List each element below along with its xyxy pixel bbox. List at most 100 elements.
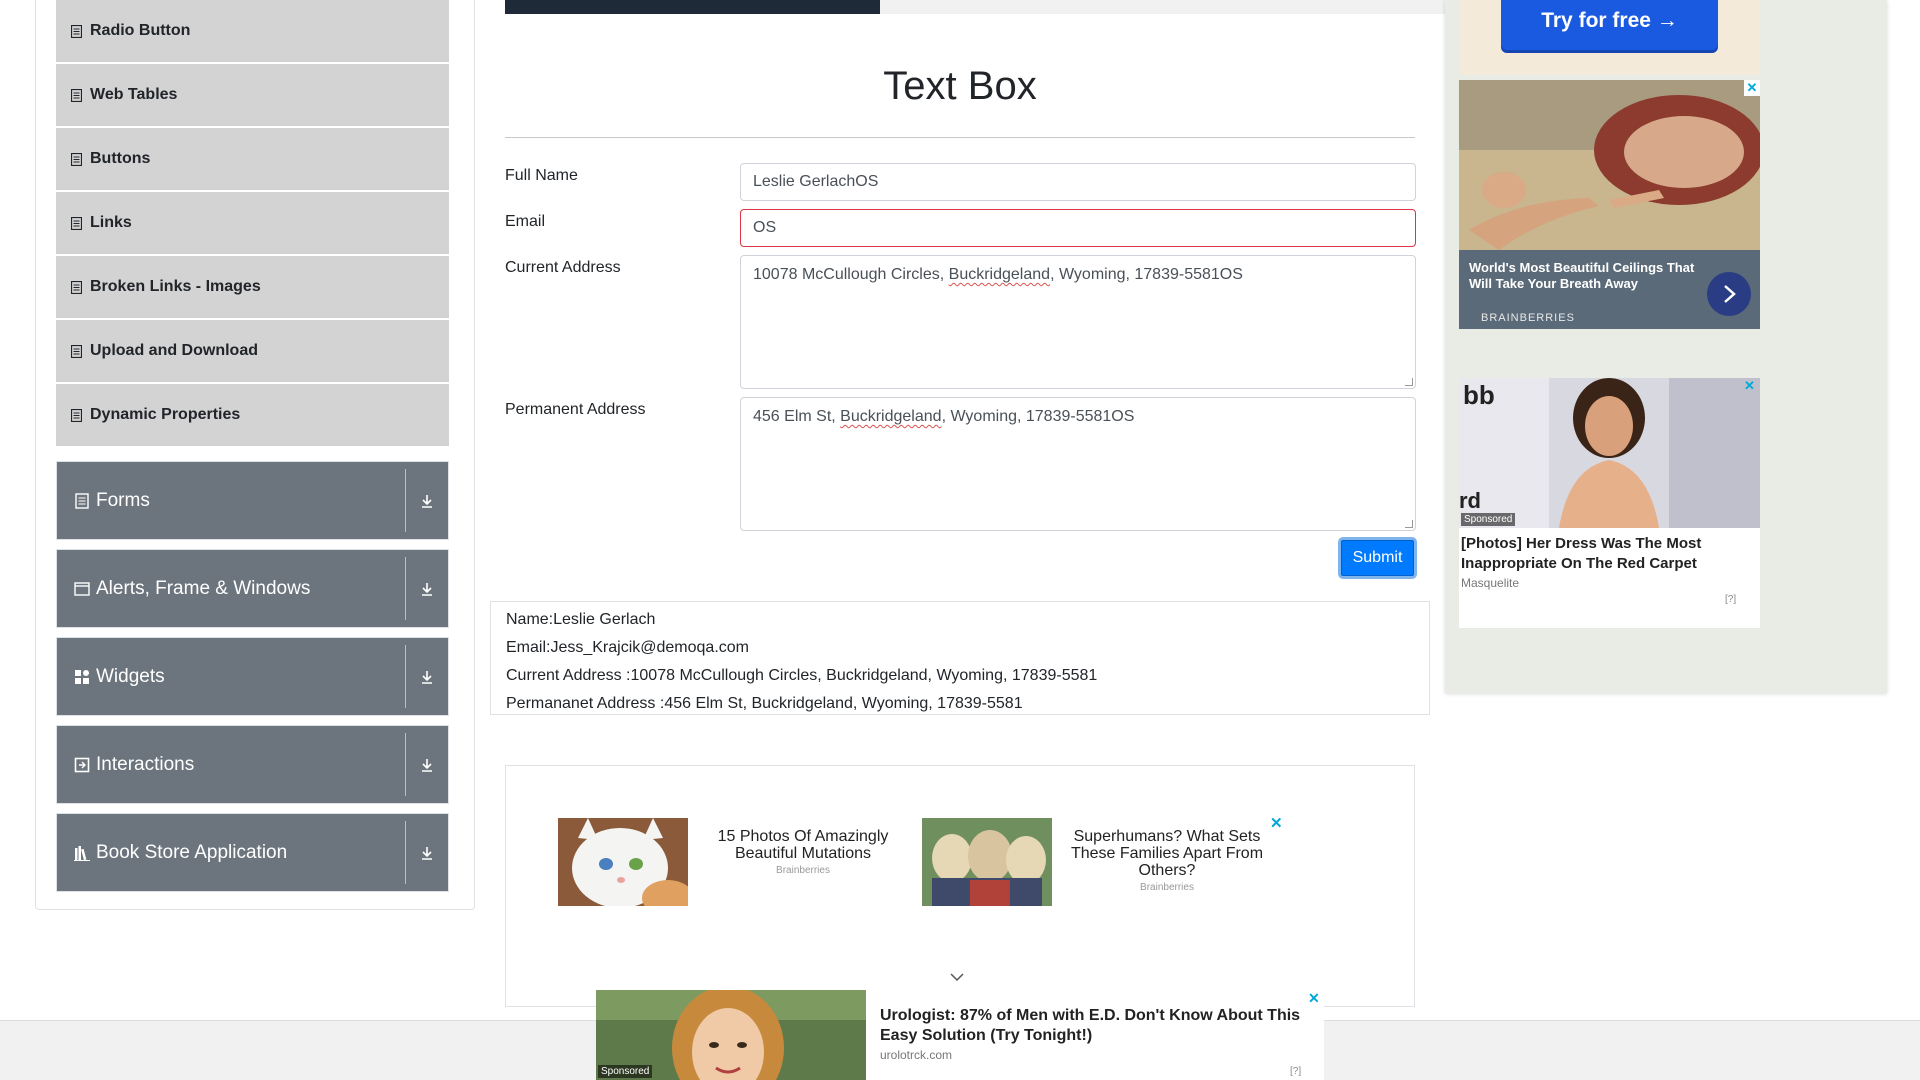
ad-title[interactable]: World's Most Beautiful Ceilings That Wil… xyxy=(1469,260,1704,292)
red-carpet-ad[interactable]: bb rd Sponsored [Photos] Her Dress Was T… xyxy=(1459,378,1760,628)
menu-item-upload-download[interactable]: Upload and Download xyxy=(56,320,449,382)
elements-menu: Radio Button Web Tables Buttons Links Br… xyxy=(56,0,449,448)
ad-title[interactable]: Urologist: 87% of Men with E.D. Don't Kn… xyxy=(880,1006,1310,1046)
spellcheck-word: Buckridgeland xyxy=(948,266,1051,283)
menu-item-label: Dynamic Properties xyxy=(90,406,241,423)
document-icon xyxy=(70,24,82,38)
adchoices-icon[interactable]: [?] xyxy=(1725,594,1736,605)
email-input[interactable] xyxy=(740,209,1416,247)
ad-photo[interactable]: Sponsored xyxy=(596,990,866,1080)
sticky-bottom-ad[interactable]: Sponsored Urologist: 87% of Men with E.D… xyxy=(596,990,1324,1080)
textarea-text: , Wyoming, 17839-5581OS xyxy=(1050,266,1243,283)
top-banner-image xyxy=(505,0,880,14)
ad-card-title[interactable]: 15 Photos Of Amazingly Beautiful Mutatio… xyxy=(698,828,908,862)
menu-item-label: Web Tables xyxy=(90,86,178,103)
ad-source: urolotrck.com xyxy=(880,1048,953,1062)
textarea-text: , Wyoming, 17839-5581OS xyxy=(941,408,1135,425)
menu-item-links[interactable]: Links xyxy=(56,192,449,254)
sponsored-tag: Sponsored xyxy=(1461,513,1516,526)
expand-icon[interactable] xyxy=(406,638,448,715)
output-panel: Name:Leslie Gerlach Email:Jess_Krajcik@d… xyxy=(490,601,1430,715)
group-label: Widgets xyxy=(96,665,165,687)
full-name-input[interactable] xyxy=(740,163,1416,201)
permanent-address-label: Permanent Address xyxy=(505,401,646,418)
page-title: Text Box xyxy=(883,64,1037,108)
ad-source: Masquelite xyxy=(1461,576,1520,590)
permanent-address-textarea[interactable]: 456 Elm St, Buckridgeland, Wyoming, 1783… xyxy=(740,397,1416,531)
expand-icon[interactable] xyxy=(406,814,448,891)
ad-card-source: Brainberries xyxy=(1140,882,1194,893)
bookstore-icon xyxy=(74,845,90,861)
document-icon xyxy=(70,88,82,102)
top-banner-strip xyxy=(880,0,1445,14)
expand-icon[interactable] xyxy=(406,462,448,539)
svg-text:bb: bb xyxy=(1463,380,1495,410)
document-icon xyxy=(70,344,82,358)
expand-icon[interactable] xyxy=(406,550,448,627)
resize-handle[interactable] xyxy=(1405,378,1413,386)
group-label: Book Store Application xyxy=(96,841,288,863)
menu-item-label: Buttons xyxy=(90,150,151,167)
menu-item-web-tables[interactable]: Web Tables xyxy=(56,64,449,126)
full-name-label: Full Name xyxy=(505,167,578,184)
group-label: Alerts, Frame & Windows xyxy=(96,577,311,599)
document-icon xyxy=(70,408,82,422)
widgets-icon xyxy=(74,669,90,685)
document-icon xyxy=(70,216,82,230)
menu-item-buttons[interactable]: Buttons xyxy=(56,128,449,190)
menu-item-label: Links xyxy=(90,214,132,231)
group-widgets[interactable]: Widgets xyxy=(56,637,449,716)
group-label: Interactions xyxy=(96,753,195,775)
menu-item-broken-links[interactable]: Broken Links - Images xyxy=(56,256,449,318)
try-for-free-button[interactable]: Try for free → xyxy=(1501,0,1718,50)
sponsored-tag: Sponsored xyxy=(598,1065,653,1078)
output-name: Name:Leslie Gerlach xyxy=(506,611,656,628)
form-icon xyxy=(74,492,90,509)
resize-handle[interactable] xyxy=(1405,520,1413,528)
svg-text:rd: rd xyxy=(1459,488,1481,513)
current-address-textarea[interactable]: 10078 McCullough Circles, Buckridgeland,… xyxy=(740,255,1416,389)
ad-thumbnail[interactable] xyxy=(922,818,1052,906)
expand-icon[interactable] xyxy=(406,726,448,803)
chevron-down-icon[interactable] xyxy=(950,972,964,982)
group-alerts-frames-windows[interactable]: Alerts, Frame & Windows xyxy=(56,549,449,628)
divider xyxy=(505,137,1415,138)
ceiling-ad[interactable]: World's Most Beautiful Ceilings That Wil… xyxy=(1459,80,1760,329)
textarea-text: 456 Elm St, xyxy=(753,408,841,425)
email-label: Email xyxy=(505,213,546,230)
ad-thumbnail[interactable] xyxy=(558,818,694,916)
output-current-address: Current Address :10078 McCullough Circle… xyxy=(506,667,1098,684)
spellcheck-word: Buckridgeland xyxy=(840,408,942,425)
menu-item-radio-button[interactable]: Radio Button xyxy=(56,0,449,62)
menu-item-label: Radio Button xyxy=(90,22,191,39)
ad-source: BRAINBERRIES xyxy=(1481,312,1575,324)
ad-card[interactable]: 15 Photos Of Amazingly Beautiful Mutatio… xyxy=(558,818,928,916)
output-email: Email:Jess_Krajcik@demoqa.com xyxy=(506,639,749,656)
group-book-store-application[interactable]: Book Store Application xyxy=(56,813,449,892)
group-interactions[interactable]: Interactions xyxy=(56,725,449,804)
document-icon xyxy=(70,280,82,294)
arrow-right-icon[interactable] xyxy=(1707,272,1751,316)
window-icon xyxy=(74,581,90,597)
textarea-text: 10078 McCullough Circles, xyxy=(753,266,949,283)
ad-photo[interactable]: bb rd Sponsored xyxy=(1459,378,1760,528)
menu-item-dynamic-properties[interactable]: Dynamic Properties xyxy=(56,384,449,446)
output-permanent-address: Permananet Address :456 Elm St, Buckridg… xyxy=(506,695,1023,712)
group-label: Forms xyxy=(96,489,150,511)
submit-button[interactable]: Submit xyxy=(1338,537,1417,579)
menu-item-label: Broken Links - Images xyxy=(90,278,261,295)
ad-card[interactable]: Superhumans? What Sets These Families Ap… xyxy=(922,818,1292,908)
ad-card-source: Brainberries xyxy=(776,865,830,876)
ad-card-title[interactable]: Superhumans? What Sets These Families Ap… xyxy=(1062,828,1272,879)
close-icon[interactable]: ✕ xyxy=(1744,378,1755,394)
current-address-label: Current Address xyxy=(505,259,621,276)
document-icon xyxy=(70,152,82,166)
close-icon[interactable]: ✕ xyxy=(1270,814,1283,832)
close-icon[interactable]: ✕ xyxy=(1308,990,1320,1007)
close-icon[interactable]: ✕ xyxy=(1744,80,1760,96)
ad-title[interactable]: [Photos] Her Dress Was The Most Inapprop… xyxy=(1461,534,1751,574)
adchoices-icon[interactable]: [?] xyxy=(1290,1066,1301,1077)
interactions-icon xyxy=(74,757,90,773)
menu-item-label: Upload and Download xyxy=(90,342,258,359)
group-forms[interactable]: Forms xyxy=(56,461,449,540)
